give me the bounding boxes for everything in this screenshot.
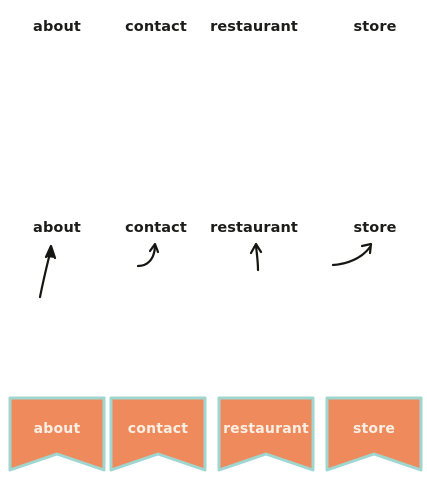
top-nav-about-link[interactable]: about — [33, 19, 81, 35]
top-nav-store-link[interactable]: store — [353, 19, 396, 35]
arrow-nav-restaurant-link[interactable]: restaurant — [210, 220, 298, 236]
arrow-nav-store-link[interactable]: store — [353, 220, 396, 236]
banner-nav: about contact restaurant store — [0, 390, 427, 478]
banner-label: store — [352, 421, 396, 437]
banner-store-button[interactable]: store — [325, 396, 423, 472]
hand-drawn-curved-arrow-icon — [136, 242, 160, 268]
arrow-nav-contact-link[interactable]: contact — [125, 220, 187, 236]
banner-about-button[interactable]: about — [8, 396, 106, 472]
top-nav: about contact restaurant store — [0, 19, 427, 39]
hand-drawn-curved-arrow-icon — [331, 242, 373, 267]
banner-label: restaurant — [223, 421, 309, 437]
banner-label: contact — [127, 421, 189, 437]
banner-restaurant-button[interactable]: restaurant — [217, 396, 315, 472]
hand-drawn-arrow-icon — [38, 244, 57, 299]
arrow-nav-about-link[interactable]: about — [33, 220, 81, 236]
top-nav-restaurant-link[interactable]: restaurant — [210, 19, 298, 35]
top-nav-contact-link[interactable]: contact — [125, 19, 187, 35]
banner-label: about — [33, 421, 81, 437]
hand-drawn-up-arrow-icon — [249, 242, 263, 272]
banner-contact-button[interactable]: contact — [109, 396, 207, 472]
arrow-nav: about contact restaurant store — [0, 220, 427, 240]
